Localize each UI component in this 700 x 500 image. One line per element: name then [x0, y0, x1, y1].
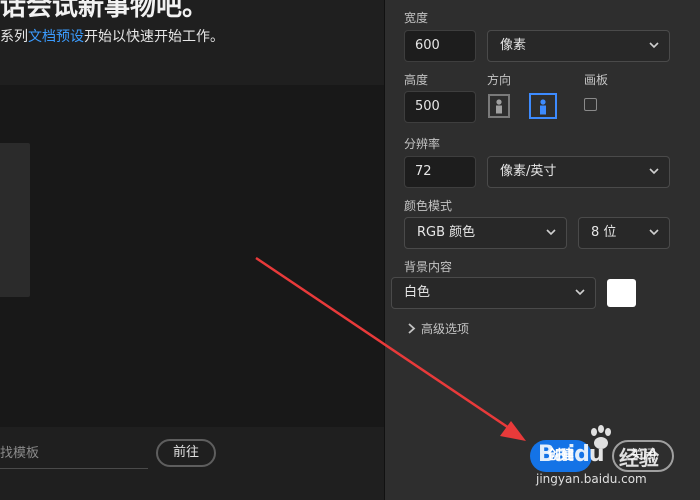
background-select[interactable]: 白色	[391, 277, 596, 309]
preset-thumbnail[interactable]	[0, 143, 30, 297]
landscape-person-icon	[540, 99, 546, 115]
width-unit-select[interactable]: 像素	[487, 30, 670, 62]
portrait-person-icon	[496, 99, 502, 114]
resolution-unit-select[interactable]: 像素/英寸	[487, 156, 670, 188]
orientation-label: 方向	[487, 73, 512, 87]
hero-subtitle: 系列文档预设开始以快速开始工作。	[0, 26, 224, 46]
hero-subtitle-prefix: 系列	[0, 29, 28, 45]
height-input[interactable]: 500	[404, 91, 476, 123]
artboard-label: 画板	[584, 73, 609, 87]
hero-subtitle-suffix: 开始以快速开始工作。	[84, 29, 224, 45]
preset-preview-area	[0, 85, 384, 427]
background-color-swatch[interactable]	[607, 279, 636, 307]
resolution-unit-value: 像素/英寸	[500, 164, 557, 179]
width-input[interactable]: 600	[404, 30, 476, 62]
chevron-down-icon	[649, 42, 659, 49]
chevron-down-icon	[575, 289, 585, 296]
background-value: 白色	[404, 285, 431, 300]
chevron-down-icon	[546, 229, 556, 236]
resolution-label: 分辨率	[404, 137, 441, 151]
advanced-options-label: 高级选项	[421, 322, 470, 336]
resolution-input[interactable]: 72	[404, 156, 476, 188]
paw-icon	[591, 425, 611, 449]
preset-details-panel	[384, 0, 700, 500]
landscape-orientation-button[interactable]	[529, 93, 557, 119]
chevron-down-icon	[649, 229, 659, 236]
chevron-right-icon	[408, 323, 416, 334]
color-mode-select[interactable]: RGB 颜色	[404, 217, 567, 249]
height-label: 高度	[404, 73, 429, 87]
document-presets-link[interactable]: 文档预设	[28, 29, 84, 45]
hero-title: 话会试新事物吧。	[0, 0, 209, 22]
color-mode-label: 颜色模式	[404, 199, 453, 213]
chevron-down-icon	[649, 168, 659, 175]
bit-depth-select[interactable]: 8 位	[578, 217, 670, 249]
template-search-input[interactable]: 查找模板	[0, 440, 148, 469]
search-placeholder: 查找模板	[0, 446, 40, 461]
portrait-orientation-button[interactable]	[488, 94, 510, 118]
advanced-options-toggle[interactable]: 高级选项	[407, 320, 469, 337]
left-pane: 话会试新事物吧。 系列文档预设开始以快速开始工作。 查找模板 前往	[0, 0, 384, 500]
background-label: 背景内容	[404, 260, 453, 274]
jingyan-watermark: 经验	[619, 446, 659, 470]
artboard-checkbox[interactable]	[584, 98, 597, 111]
width-unit-value: 像素	[500, 38, 527, 53]
bit-depth-value: 8 位	[591, 225, 617, 240]
color-mode-value: RGB 颜色	[417, 225, 476, 240]
go-button[interactable]: 前往	[156, 439, 216, 467]
watermark-url: jingyan.baidu.com	[536, 472, 647, 486]
width-label: 宽度	[404, 11, 429, 25]
